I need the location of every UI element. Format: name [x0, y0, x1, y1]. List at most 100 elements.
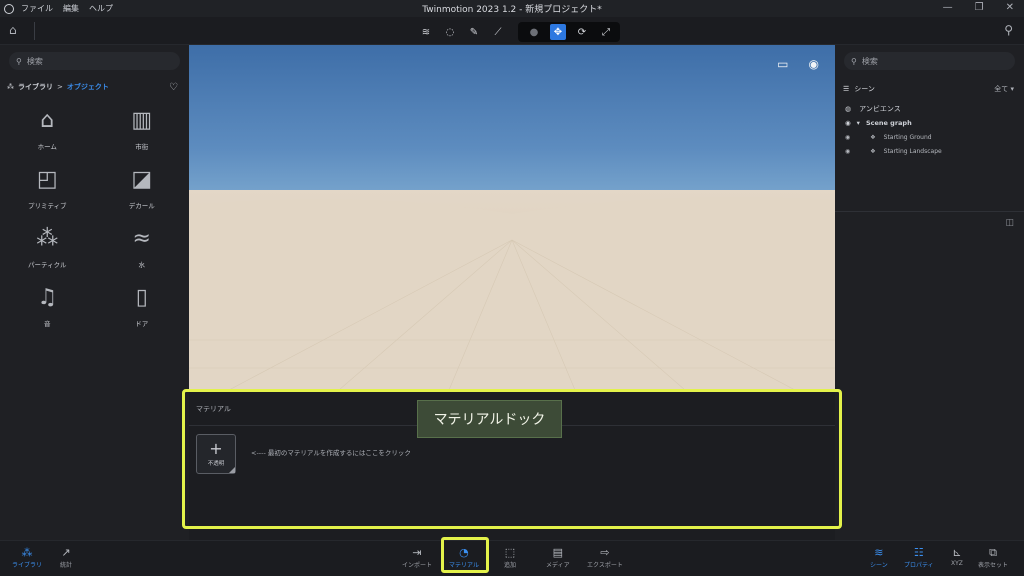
properties-icon: ☷: [913, 546, 924, 559]
picker-icon[interactable]: ⟋: [490, 24, 506, 40]
window-title: Twinmotion 2023 1.2 - 新規プロジェクト*: [422, 5, 602, 15]
bottom-import-button[interactable]: ⇥ インポート: [402, 546, 432, 569]
particle-icon: ⁂: [36, 226, 59, 251]
material-button-highlight: [441, 537, 489, 573]
viewport-controls: ▭ ◉: [777, 57, 819, 71]
scene-item-landscape[interactable]: ◉ ❖ Starting Landscape: [845, 144, 1024, 158]
bottom-media-button[interactable]: ▤ メディア: [546, 546, 570, 569]
twinmotion-window: ファイル 編集 ヘルプ Twinmotion 2023 1.2 - 新規プロジェ…: [0, 0, 1024, 576]
menu-file[interactable]: ファイル: [21, 3, 53, 14]
3d-viewport[interactable]: ▭ ◉: [189, 45, 835, 390]
library-panel: ⚲ 検索 ⁂ ライブラリ > オブジェクト ♡ ⌂ ホーム ▥ 市街 ◰ プリミ…: [0, 45, 189, 540]
menu-bar: ファイル 編集 ヘルプ: [21, 3, 113, 14]
library-item-home[interactable]: ⌂ ホーム: [0, 107, 95, 152]
menu-help[interactable]: ヘルプ: [89, 3, 113, 14]
twinmotion-logo-icon: [4, 3, 14, 14]
library-search-placeholder: 検索: [26, 56, 43, 66]
scene-search-input[interactable]: ⚲ 検索: [844, 52, 1015, 70]
eye-icon[interactable]: ◉: [809, 57, 819, 71]
xyz-icon: ⊾: [952, 546, 962, 559]
search-icon: ⚲: [16, 56, 22, 66]
restore-icon[interactable]: ❐: [975, 2, 984, 13]
house-icon: ⌂: [40, 108, 55, 133]
search-icon: ⚲: [851, 56, 857, 66]
city-icon: ▥: [131, 108, 153, 133]
cubes-icon: ⁂: [7, 83, 14, 91]
visibility-icon[interactable]: ◉: [845, 148, 850, 155]
scale-icon[interactable]: ⤢: [598, 24, 614, 40]
bottom-add-button[interactable]: ⬚ 追加: [504, 546, 516, 569]
bottom-stats-button[interactable]: ↗ 統計: [60, 546, 72, 569]
toolbar: ⌂ ≋ ◌ ✎ ⟋ ● ✥ ⟳ ⤢ ⚲: [0, 17, 1024, 45]
door-icon: ▯: [135, 285, 148, 310]
scene-item-graph[interactable]: ◉ ▾ Scene graph: [845, 116, 1024, 130]
rotate-icon[interactable]: ⟳: [574, 24, 590, 40]
library-item-particle[interactable]: ⁂ パーティクル: [0, 225, 95, 270]
dock-callout: マテリアルドック: [417, 400, 562, 438]
bottom-display-set-button[interactable]: ⧉ 表示セット: [978, 546, 1008, 569]
object-icon: ❖: [870, 133, 876, 141]
globe-icon: ◍: [845, 105, 852, 113]
decal-icon: ◪: [131, 167, 153, 192]
library-search-input[interactable]: ⚲ 検索: [9, 52, 180, 70]
visibility-icon[interactable]: ◉: [845, 134, 850, 141]
library-item-sound[interactable]: ♫ 音: [0, 284, 95, 329]
panel-toggle-icon[interactable]: ▭: [777, 57, 788, 71]
bottom-library-button[interactable]: ⁂ ライブラリ: [12, 546, 42, 569]
toolbar-divider: [34, 22, 35, 40]
water-icon: ≈: [132, 226, 151, 251]
move-icon[interactable]: ✥: [550, 24, 566, 40]
add-icon: ⬚: [504, 546, 516, 559]
library-item-door[interactable]: ▯ ドア: [95, 284, 190, 329]
display-set-icon: ⧉: [989, 546, 997, 559]
transform-tools: ● ✥ ⟳ ⤢: [518, 22, 620, 42]
title-bar: ファイル 編集 ヘルプ Twinmotion 2023 1.2 - 新規プロジェ…: [0, 0, 1024, 17]
paint-icon[interactable]: ✎: [466, 24, 482, 40]
panel-divider: [835, 211, 1024, 212]
user-icon[interactable]: ⚲: [1004, 23, 1013, 37]
import-icon: ⇥: [412, 546, 422, 559]
library-grid: ⌂ ホーム ▥ 市街 ◰ プリミティブ ◪ デカール ⁂ パーティクル ≈ 水: [0, 107, 189, 329]
home-icon[interactable]: ⌂: [9, 23, 17, 37]
scene-header: ☰ シーン 全て ▾: [843, 84, 1024, 94]
bottom-properties-button[interactable]: ☷ プロパティ: [904, 546, 934, 569]
scene-panel: ⚲ 検索 ☰ シーン 全て ▾ ◍ アンビエンス ◉ ▾ Scene graph…: [835, 45, 1024, 540]
expand-arrow-icon[interactable]: ▾: [857, 119, 860, 127]
window-controls: — ❐ ✕: [943, 2, 1014, 13]
list-icon: ☰: [843, 85, 850, 93]
bottom-export-button[interactable]: ⇨ エクスポート: [587, 546, 623, 569]
scene-search-placeholder: 検索: [861, 56, 878, 66]
toolbar-tools: ≋ ◌ ✎ ⟋ ● ✥ ⟳ ⤢: [418, 22, 620, 42]
music-icon: ♫: [37, 285, 58, 310]
scene-item-ambience[interactable]: ◍ アンビエンス: [845, 102, 1024, 116]
bottom-bar: ⁂ ライブラリ ↗ 統計 ⇥ インポート ◔ マテリアル ⬚ 追加 ▤ メディア…: [0, 540, 1024, 576]
bottom-xyz-button[interactable]: ⊾ XYZ: [951, 546, 963, 567]
scene-filter-dropdown[interactable]: 全て ▾: [994, 84, 1014, 94]
minimize-icon[interactable]: —: [943, 2, 953, 13]
layers-icon[interactable]: ≋: [418, 24, 434, 40]
breadcrumb-library[interactable]: ライブラリ: [18, 82, 53, 92]
ground-plane: [189, 190, 835, 390]
library-item-primitive[interactable]: ◰ プリミティブ: [0, 166, 95, 211]
scene-item-ground[interactable]: ◉ ❖ Starting Ground: [845, 130, 1024, 144]
scene-icon: ≋: [874, 546, 884, 559]
close-icon[interactable]: ✕: [1006, 2, 1014, 13]
menu-edit[interactable]: 編集: [63, 3, 79, 14]
shapes-icon[interactable]: ◌: [442, 24, 458, 40]
stats-icon: ↗: [61, 546, 71, 559]
library-item-water[interactable]: ≈ 水: [95, 225, 190, 270]
breadcrumb-separator: >: [57, 83, 63, 91]
library-icon: ⁂: [21, 546, 33, 559]
bottom-scene-button[interactable]: ≋ シーン: [870, 546, 888, 569]
primitive-icon: ◰: [36, 167, 58, 192]
visibility-icon[interactable]: ◉: [845, 119, 851, 127]
library-item-decal[interactable]: ◪ デカール: [95, 166, 190, 211]
select-icon[interactable]: ●: [526, 24, 542, 40]
favorite-icon[interactable]: ♡: [169, 82, 178, 93]
export-icon: ⇨: [600, 546, 610, 559]
breadcrumb-objects[interactable]: オブジェクト: [67, 82, 109, 92]
scene-title: シーン: [854, 85, 875, 93]
split-view-icon[interactable]: ◫: [1005, 218, 1014, 228]
library-item-city[interactable]: ▥ 市街: [95, 107, 190, 152]
object-icon: ❖: [870, 147, 876, 155]
